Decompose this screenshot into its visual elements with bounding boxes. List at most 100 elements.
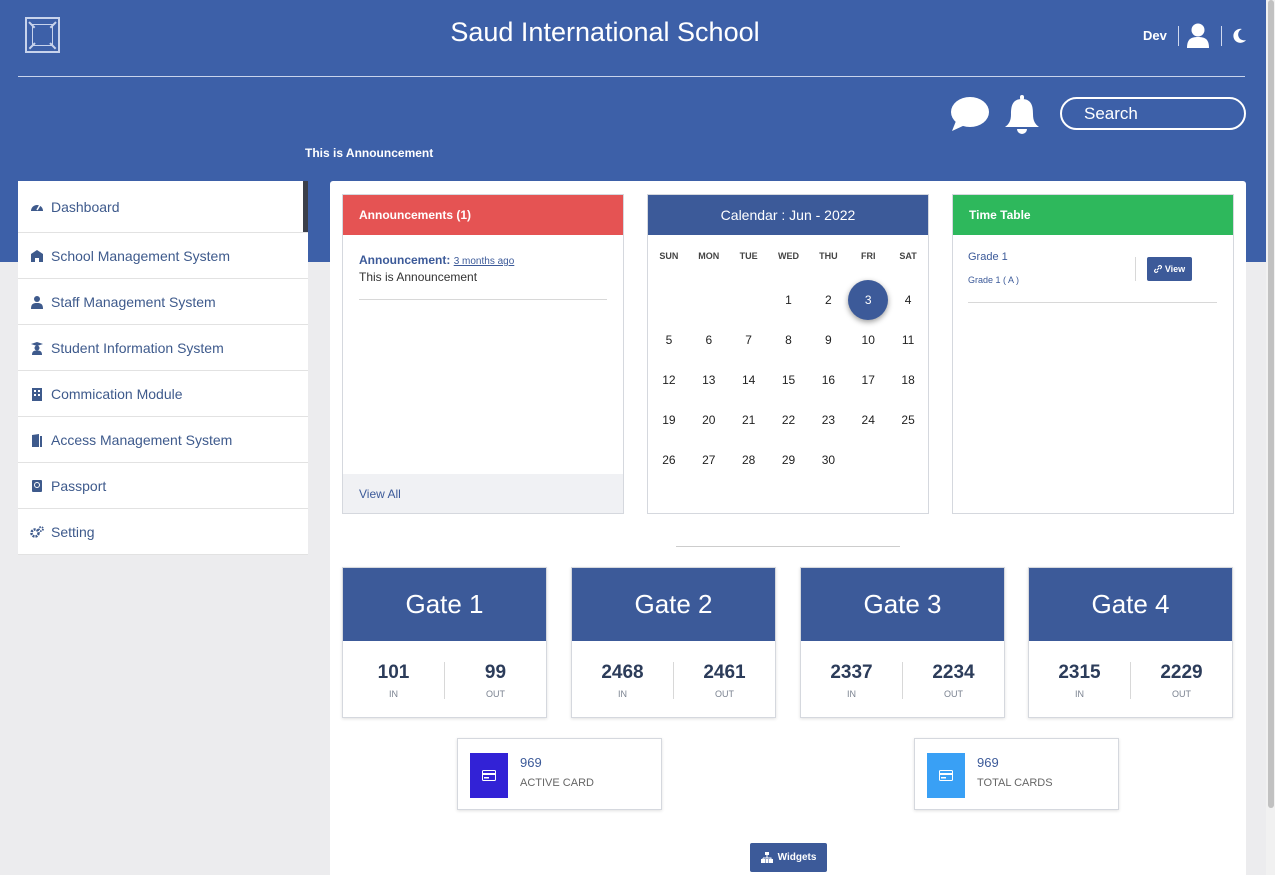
widgets-label: Widgets — [777, 852, 817, 863]
door-icon — [32, 433, 42, 447]
calendar-day-number: 24 — [861, 413, 875, 427]
gears-icon — [30, 525, 44, 538]
sidebar-item-label: Student Information System — [51, 339, 224, 356]
calendar-day-number: 27 — [702, 453, 716, 467]
sidebar-item-setting[interactable]: Setting — [18, 509, 308, 555]
gate-card[interactable]: Gate 2 2468 IN 2461 OUT — [571, 567, 776, 718]
school-icon — [31, 249, 43, 262]
gate-card[interactable]: Gate 1 101 IN 99 OUT — [342, 567, 547, 718]
bell-icon[interactable] — [1004, 95, 1040, 135]
gate-in-label: IN — [847, 688, 856, 699]
calendar-day[interactable]: 19 — [649, 400, 689, 440]
calendar-day-number: 6 — [705, 333, 713, 347]
calendar-day[interactable]: 14 — [729, 360, 769, 400]
gate-in-count: 2315 — [1058, 661, 1101, 683]
chat-icon[interactable] — [950, 96, 990, 132]
sidebar-item-access-management[interactable]: Access Management System — [18, 417, 308, 463]
calendar-day-number: 20 — [702, 413, 716, 427]
sidebar-item-school-management[interactable]: School Management System — [18, 233, 308, 279]
user-name[interactable]: Dev — [1143, 28, 1167, 43]
total-cards-stat[interactable]: 969 TOTAL CARDS — [914, 738, 1119, 810]
calendar-week: 19 20 21 22 23 24 25 — [649, 400, 928, 440]
calendar-weekday: WED — [778, 251, 799, 261]
calendar-day[interactable]: 29 — [769, 440, 809, 480]
calendar-day[interactable]: 18 — [888, 360, 928, 400]
gate-in-label: IN — [389, 688, 398, 699]
calendar-day-number: 7 — [745, 333, 752, 347]
active-card-stat[interactable]: 969 ACTIVE CARD — [457, 738, 662, 810]
calendar-day[interactable]: 28 — [729, 440, 769, 480]
calendar-day[interactable]: 23 — [808, 400, 848, 440]
view-all-link[interactable]: View All — [343, 474, 623, 513]
sidebar-item-student-information[interactable]: Student Information System — [18, 325, 308, 371]
view-label: View — [1164, 264, 1186, 274]
calendar-day-number: 14 — [741, 373, 756, 387]
calendar-day[interactable]: 3 — [848, 280, 889, 320]
calendar-day[interactable]: 9 — [808, 320, 848, 360]
user-icon[interactable] — [1187, 23, 1209, 48]
sidebar-item-label: Passport — [51, 477, 107, 494]
calendar-day[interactable]: 1 — [769, 280, 809, 320]
calendar-day[interactable]: 10 — [848, 320, 888, 360]
passport-icon — [32, 479, 42, 492]
calendar-day[interactable]: 7 — [729, 320, 769, 360]
credit-card-icon — [939, 770, 953, 781]
calendar-grid: SUN MON TUE WED THU FRI SAT 1 2 3 4 5 6 7 8 9 10 11 12 13 1… — [648, 235, 928, 480]
calendar-day[interactable]: 16 — [808, 360, 848, 400]
calendar-empty — [649, 280, 689, 320]
calendar-day[interactable]: 12 — [649, 360, 689, 400]
calendar-day[interactable]: 25 — [888, 400, 928, 440]
gate-card[interactable]: Gate 4 2315 IN 2229 OUT — [1028, 567, 1233, 718]
calendar-day[interactable]: 17 — [848, 360, 888, 400]
calendar-weekday: SAT — [899, 251, 917, 261]
gate-out-count: 2461 — [703, 661, 746, 683]
widgets-button[interactable]: Widgets — [750, 843, 827, 872]
gate-in-label: IN — [1075, 688, 1084, 699]
calendar-day[interactable]: 4 — [888, 280, 928, 320]
calendar-empty — [888, 440, 928, 480]
sidebar-item-passport[interactable]: Passport — [18, 463, 308, 509]
calendar-weekday: THU — [819, 251, 838, 261]
calendar-day[interactable]: 15 — [769, 360, 809, 400]
calendar-day-number: 8 — [785, 333, 792, 347]
calendar-day[interactable]: 8 — [769, 320, 809, 360]
calendar-empty — [689, 280, 729, 320]
divider — [968, 302, 1217, 303]
timetable-view-button[interactable]: View — [1147, 257, 1192, 281]
announcement-item[interactable]: Announcement: 3 months ago — [359, 253, 607, 267]
announcement-time[interactable]: 3 months ago — [454, 256, 515, 267]
calendar-day-number: 13 — [702, 373, 716, 387]
calendar-day-number: 26 — [662, 453, 676, 467]
moon-icon[interactable] — [1233, 28, 1247, 43]
sidebar-item-communication-module[interactable]: Commication Module — [18, 371, 308, 417]
calendar-day[interactable]: 24 — [848, 400, 888, 440]
calendar-weekday: SUN — [659, 251, 679, 261]
calendar-day[interactable]: 5 — [649, 320, 689, 360]
stat-label: TOTAL CARDS — [977, 777, 1053, 789]
calendar-weekday: MON — [698, 251, 720, 261]
calendar-day[interactable]: 30 — [808, 440, 848, 480]
calendar-day[interactable]: 21 — [729, 400, 769, 440]
calendar-day[interactable]: 11 — [888, 320, 928, 360]
gate-card[interactable]: Gate 3 2337 IN 2234 OUT — [800, 567, 1005, 718]
calendar-day[interactable]: 13 — [689, 360, 729, 400]
timetable-card: Time Table Grade 1 Grade 1 ( A ) View — [952, 194, 1234, 514]
sidebar: Dashboard School Management System Staff… — [18, 181, 308, 555]
calendar-day[interactable]: 2 — [808, 280, 848, 320]
calendar-weekday: FRI — [860, 251, 876, 261]
gate-name: Gate 1 — [343, 568, 546, 641]
calendar-day[interactable]: 20 — [689, 400, 729, 440]
calendar-day[interactable]: 6 — [689, 320, 729, 360]
gate-in: 2337 IN — [801, 662, 902, 699]
calendar-day[interactable]: 27 — [689, 440, 729, 480]
sidebar-item-staff-management[interactable]: Staff Management System — [18, 279, 308, 325]
announcements-card: Announcements (1) Announcement: 3 months… — [342, 194, 624, 514]
calendar-day[interactable]: 22 — [769, 400, 809, 440]
sidebar-item-label: Staff Management System — [51, 293, 216, 310]
search-input[interactable] — [1060, 97, 1246, 130]
scrollbar-thumb[interactable] — [1268, 0, 1274, 808]
gate-in: 2468 IN — [572, 662, 673, 699]
sidebar-item-dashboard[interactable]: Dashboard — [18, 181, 308, 233]
calendar-day-number: 11 — [901, 333, 915, 347]
calendar-day[interactable]: 26 — [649, 440, 689, 480]
